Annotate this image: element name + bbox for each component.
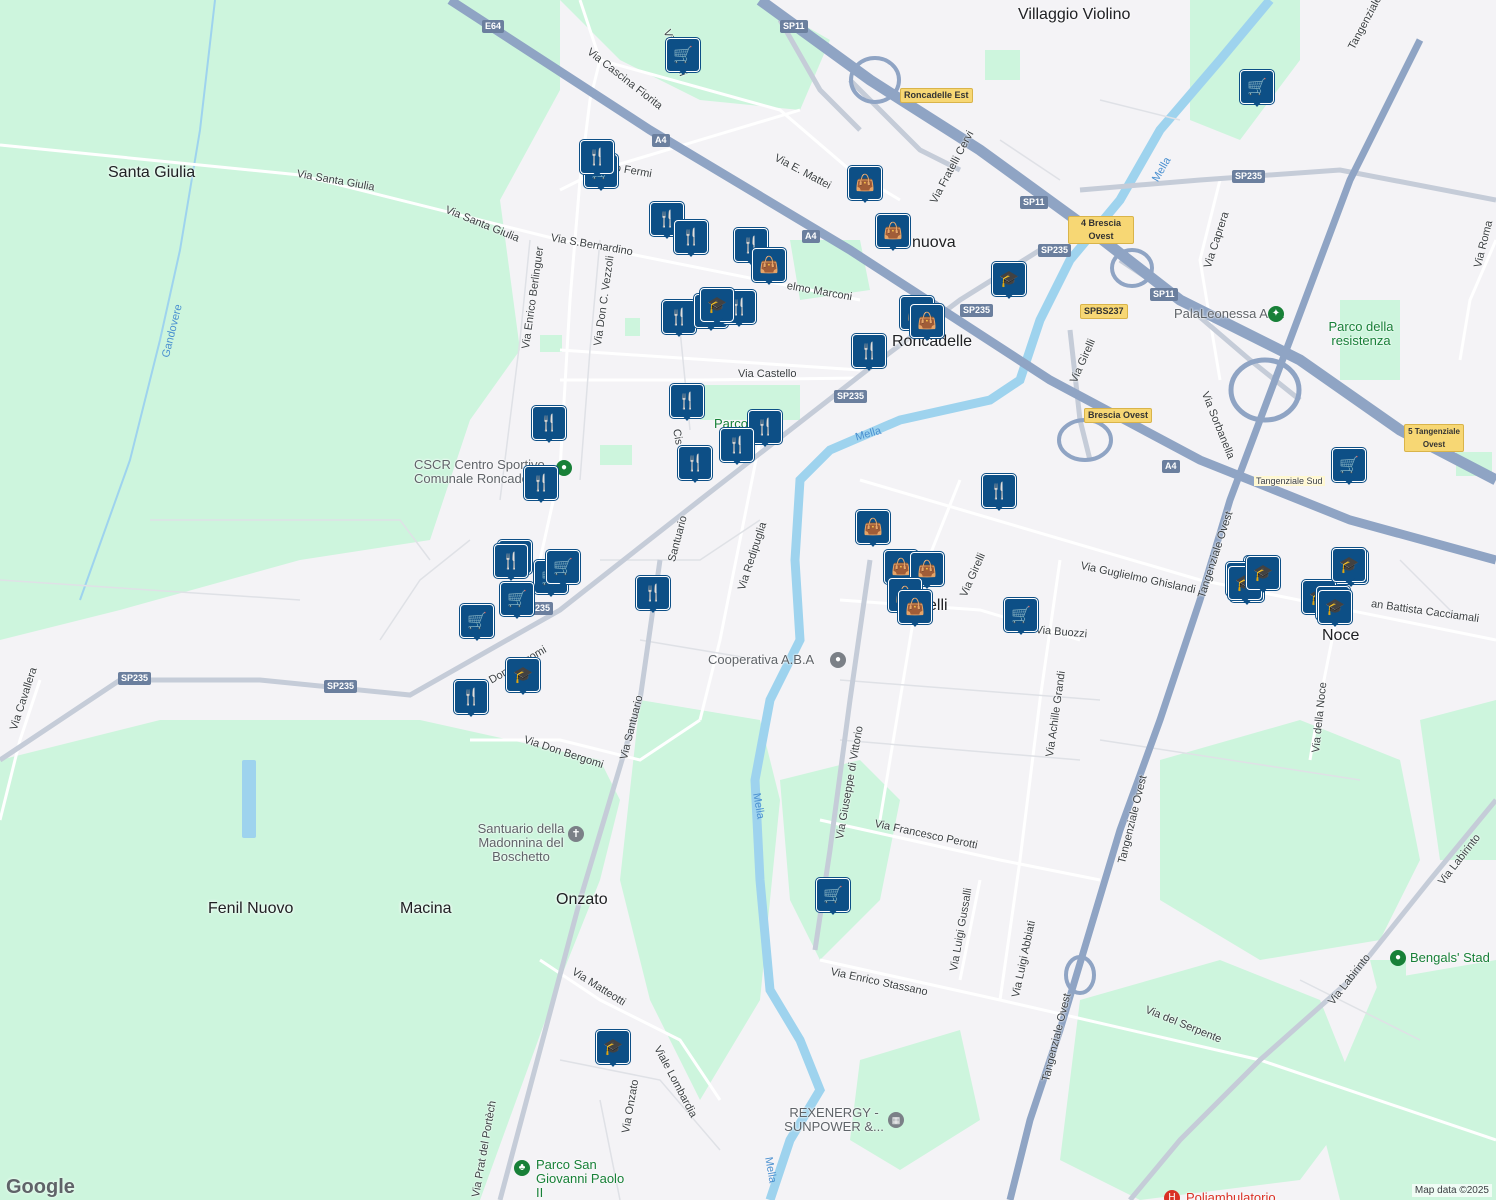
bag-marker-icon[interactable]: 👜 xyxy=(910,304,944,342)
venue-pin-icon: ✦ xyxy=(1268,306,1284,322)
route-shield: SP11 xyxy=(780,20,808,33)
town-label: Villaggio Violino xyxy=(1018,6,1131,23)
town-label: Macina xyxy=(400,900,452,917)
poi-parco-san-giovanni[interactable]: Parco San Giovanni Paolo II xyxy=(536,1158,626,1200)
exit-shield: SPBS237 xyxy=(1080,304,1128,319)
bag-marker-icon[interactable]: 👜 xyxy=(752,248,786,286)
school-marker-icon[interactable]: 🎓 xyxy=(1318,590,1352,628)
town-label: Santa Giulia xyxy=(108,164,196,181)
fork-marker-icon[interactable]: 🍴 xyxy=(852,334,886,372)
fork-marker-icon[interactable]: 🍴 xyxy=(670,384,704,422)
fork-marker-icon[interactable]: 🍴 xyxy=(532,406,566,444)
route-shield: SP235 xyxy=(118,672,152,685)
poi-rexenergy[interactable]: REXENERGY - SUNPOWER &... xyxy=(784,1106,884,1134)
route-shield: A4 xyxy=(802,230,820,243)
school-marker-icon[interactable]: 🎓 xyxy=(1246,556,1280,594)
route-shield: SP11 xyxy=(1150,288,1178,301)
route-shield: SP235 xyxy=(1232,170,1266,183)
bag-marker-icon[interactable]: 👜 xyxy=(898,590,932,628)
street-label: Via Castello xyxy=(738,368,797,380)
exit-shield: Brescia Ovest xyxy=(1084,408,1153,423)
exit-shield: 5 Tangenziale Ovest xyxy=(1404,424,1464,452)
google-logo: Google xyxy=(6,1176,75,1198)
poi-santuario[interactable]: Santuario della Madonnina del Boschetto xyxy=(466,822,576,864)
poi-parco-resistenza[interactable]: Parco della resistenza xyxy=(1326,320,1396,348)
cart-marker-icon[interactable]: 🛒 xyxy=(500,582,534,620)
stadium-pin-icon: ● xyxy=(1390,950,1406,966)
map-attribution: Map data ©2025 xyxy=(1411,1184,1492,1197)
town-label: Noce xyxy=(1322,627,1360,644)
map-base-layer xyxy=(0,0,1496,1200)
church-pin-icon: ✝ xyxy=(568,826,584,842)
school-marker-icon[interactable]: 🎓 xyxy=(700,288,734,326)
cart-marker-icon[interactable]: 🛒 xyxy=(1004,598,1038,636)
bag-marker-icon[interactable]: 👜 xyxy=(856,510,890,548)
fork-marker-icon[interactable]: 🍴 xyxy=(720,428,754,466)
fork-marker-icon[interactable]: 🍴 xyxy=(454,680,488,718)
school-marker-icon[interactable]: 🎓 xyxy=(596,1030,630,1068)
town-label: Fenil Nuovo xyxy=(208,900,294,917)
cart-marker-icon[interactable]: 🛒 xyxy=(666,38,700,76)
route-shield: E64 xyxy=(482,20,505,33)
bag-marker-icon[interactable]: 👜 xyxy=(848,166,882,204)
exit-shield: 4 Brescia Ovest xyxy=(1068,216,1134,244)
cart-marker-icon[interactable]: 🛒 xyxy=(460,604,494,642)
school-marker-icon[interactable]: 🎓 xyxy=(1332,548,1366,586)
fork-marker-icon[interactable]: 🍴 xyxy=(636,576,670,614)
route-shield: A4 xyxy=(652,134,670,147)
cart-marker-icon[interactable]: 🛒 xyxy=(1240,70,1274,108)
route-shield: A4 xyxy=(1162,460,1180,473)
town-label: Onzato xyxy=(556,891,608,908)
bank-pin-icon: ▦ xyxy=(888,1112,904,1128)
map-canvas[interactable]: Villaggio Violino Santa Giulia Roncadell… xyxy=(0,0,1496,1200)
poi-cooperativa[interactable]: Cooperativa A.B.A xyxy=(708,652,814,667)
town-label: nuova xyxy=(912,234,956,251)
park-pin-icon: ♣ xyxy=(514,1160,530,1176)
hospital-pin-icon: H xyxy=(1164,1190,1180,1200)
junction-label: Tangenziale Sud xyxy=(1254,476,1325,486)
route-shield: SP235 xyxy=(324,680,358,693)
bag-marker-icon[interactable]: 👜 xyxy=(876,214,910,252)
fork-marker-icon[interactable]: 🍴 xyxy=(678,446,712,484)
fork-marker-icon[interactable]: 🍴 xyxy=(524,466,558,504)
fork-marker-icon[interactable]: 🍴 xyxy=(494,544,528,582)
cart-marker-icon[interactable]: 🛒 xyxy=(546,550,580,588)
street-label: Cis xyxy=(670,428,685,446)
cart-marker-icon[interactable]: 🛒 xyxy=(1332,448,1366,486)
fork-marker-icon[interactable]: 🍴 xyxy=(580,140,614,178)
fork-marker-icon[interactable]: 🍴 xyxy=(662,300,696,338)
route-shield: SP11 xyxy=(1020,196,1048,209)
location-pin-icon: ● xyxy=(830,652,846,668)
cart-marker-icon[interactable]: 🛒 xyxy=(816,878,850,916)
route-shield: SP235 xyxy=(1038,244,1072,257)
route-shield: SP235 xyxy=(960,304,994,317)
school-marker-icon[interactable]: 🎓 xyxy=(506,658,540,696)
fork-marker-icon[interactable]: 🍴 xyxy=(674,220,708,258)
route-shield: SP235 xyxy=(834,390,868,403)
sports-pin-icon: ● xyxy=(556,460,572,476)
poi-poliambulatorio[interactable]: Poliambulatorio xyxy=(1186,1190,1276,1200)
poi-bengals[interactable]: Bengals' Stad xyxy=(1410,950,1490,965)
fork-marker-icon[interactable]: 🍴 xyxy=(982,474,1016,512)
exit-shield: Roncadelle Est xyxy=(900,88,973,103)
school-marker-icon[interactable]: 🎓 xyxy=(992,262,1026,300)
